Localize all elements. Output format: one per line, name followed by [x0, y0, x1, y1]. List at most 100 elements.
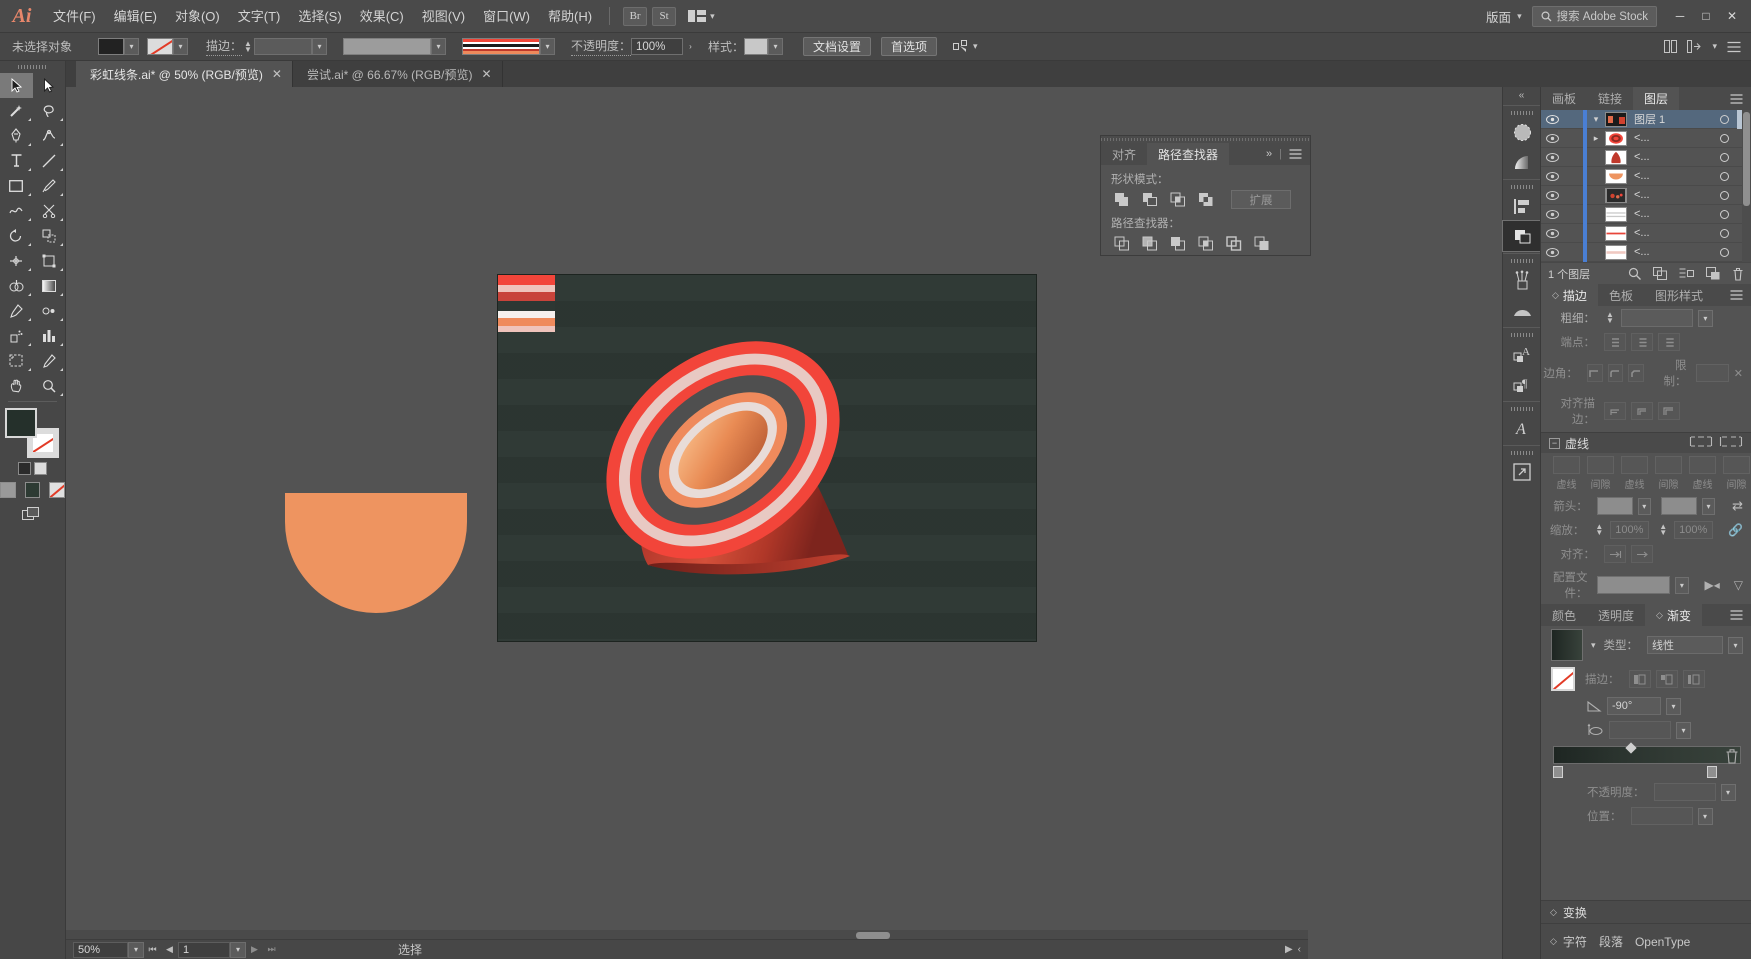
arrange-documents-icon[interactable]	[1664, 40, 1678, 53]
stroke-weight-input[interactable]	[1620, 309, 1693, 327]
arrow-scale-1[interactable]: 100%	[1610, 521, 1650, 539]
stroke-weight-input[interactable]	[253, 38, 312, 55]
collapse-panels-icon[interactable]: «	[1503, 87, 1540, 103]
pen-tool[interactable]	[0, 123, 33, 148]
gradient-stroke-swatch[interactable]	[1551, 667, 1575, 691]
artboard-number-input[interactable]: 1	[178, 941, 230, 958]
pathfinder-panel-grip[interactable]	[1101, 136, 1310, 143]
gap-input-3[interactable]	[1723, 456, 1750, 474]
menu-file[interactable]: 文件(F)	[44, 0, 105, 33]
gradient-stop-end[interactable]	[1707, 766, 1717, 778]
gradient-angle-dropdown-icon[interactable]: ▾	[1666, 697, 1681, 715]
menu-edit[interactable]: 编辑(E)	[105, 0, 166, 33]
expand-button[interactable]: 扩展	[1231, 190, 1291, 209]
dash-input-3[interactable]	[1689, 456, 1716, 474]
gradient-angle-input[interactable]: -90°	[1607, 697, 1661, 715]
visibility-toggle-icon[interactable]	[1541, 209, 1563, 219]
delete-stop-icon[interactable]	[1725, 748, 1739, 764]
arrowhead-end-select[interactable]	[1660, 497, 1697, 515]
opentype-tab[interactable]: OpenType	[1635, 935, 1696, 949]
close-tab-icon[interactable]: ✕	[482, 67, 492, 81]
workspace-chevron-icon[interactable]: ▾	[1517, 11, 1522, 22]
eyedropper-tool[interactable]	[0, 298, 33, 323]
rectangle-tool[interactable]	[0, 173, 33, 198]
paragraph-styles-icon[interactable]: ¶	[1503, 369, 1541, 399]
opacity-input[interactable]: 100%	[630, 38, 683, 55]
round-cap-button[interactable]	[1631, 333, 1653, 351]
dash-preserve-exact-icon[interactable]	[1689, 435, 1713, 451]
direct-selection-tool[interactable]	[33, 73, 66, 98]
workspace-label[interactable]: 版面	[1480, 7, 1517, 26]
artboard[interactable]	[498, 275, 1036, 641]
arrange-documents-button[interactable]: ▾	[688, 10, 715, 22]
paragraph-tab[interactable]: 段落	[1599, 933, 1629, 950]
preferences-button[interactable]: 首选项	[881, 37, 938, 56]
swap-arrowheads-icon[interactable]: ⇄	[1732, 498, 1743, 514]
minus-front-button[interactable]	[1139, 191, 1161, 209]
graphic-style-swatch[interactable]	[743, 38, 768, 55]
extend-arrow-button[interactable]	[1604, 545, 1626, 563]
transform-panel-header[interactable]: ◇ 变换	[1541, 900, 1751, 923]
opacity-expand-icon[interactable]: ›	[683, 38, 698, 55]
butt-cap-button[interactable]	[1604, 333, 1626, 351]
panel-menu-icon[interactable]	[1289, 149, 1302, 159]
unite-button[interactable]	[1111, 191, 1133, 209]
select-similar-icon[interactable]	[953, 39, 969, 54]
layer-name[interactable]: 图层 1	[1627, 111, 1711, 127]
document-tab-trial[interactable]: 尝试.ai* @ 66.67% (RGB/预览) ✕	[292, 61, 503, 87]
menu-select[interactable]: 选择(S)	[289, 0, 350, 33]
layer-name[interactable]: <...	[1627, 208, 1711, 220]
hand-tool[interactable]	[0, 373, 33, 398]
width-profile-dropdown-icon[interactable]: ▾	[430, 38, 446, 55]
align-outside-button[interactable]	[1658, 402, 1680, 420]
close-tab-icon[interactable]: ✕	[272, 67, 282, 81]
stripe-swatch-block[interactable]	[498, 275, 555, 332]
zoom-dropdown-icon[interactable]: ▾	[128, 941, 144, 958]
menu-view[interactable]: 视图(V)	[413, 0, 474, 33]
create-new-sublayer-icon[interactable]	[1679, 267, 1694, 280]
document-setup-button[interactable]: 文档设置	[802, 37, 871, 56]
brushes-panel-icon[interactable]	[1503, 265, 1541, 295]
layer-name[interactable]: <...	[1627, 189, 1711, 201]
align-panel-icon[interactable]	[1503, 191, 1541, 221]
gradient-type-dropdown-icon[interactable]: ▾	[1728, 636, 1743, 654]
rail-group-grip[interactable]	[1503, 183, 1540, 191]
arrowhead-start-dropdown-icon[interactable]: ▾	[1637, 497, 1651, 515]
scale-tool[interactable]	[33, 223, 66, 248]
gradient-opacity-dropdown-icon[interactable]: ▾	[1720, 783, 1736, 801]
layer-row-3[interactable]: <...	[1541, 166, 1751, 186]
close-button[interactable]: ✕	[1719, 0, 1745, 33]
visibility-toggle-icon[interactable]	[1541, 190, 1563, 200]
last-artboard-button[interactable]: ⏭	[263, 942, 280, 958]
menu-help[interactable]: 帮助(H)	[539, 0, 601, 33]
style-dropdown-icon[interactable]: ▾	[767, 38, 783, 55]
link-scale-icon[interactable]: 🔗	[1728, 523, 1743, 537]
layer-row-6[interactable]: <...	[1541, 223, 1751, 243]
rotate-tool[interactable]	[0, 223, 33, 248]
target-indicator[interactable]	[1711, 133, 1737, 143]
tab-links[interactable]: 链接	[1587, 87, 1633, 110]
visibility-toggle-icon[interactable]	[1541, 228, 1563, 238]
select-similar-chevron-icon[interactable]: ▾	[973, 41, 978, 52]
expand-panel-icon[interactable]: »	[1266, 148, 1272, 160]
layer-row-2[interactable]: <...	[1541, 147, 1751, 167]
previous-artboard-button[interactable]: ◀	[161, 942, 178, 958]
character-styles-icon[interactable]: A	[1503, 339, 1541, 369]
tab-color[interactable]: 颜色	[1541, 604, 1587, 626]
layer-name[interactable]: <...	[1627, 227, 1711, 239]
layer-row-1[interactable]: ▸ <...	[1541, 128, 1751, 148]
scale-stepper-1[interactable]: ▲ ▼	[1595, 523, 1603, 537]
tab-artboards[interactable]: 画板	[1541, 87, 1587, 110]
character-tab[interactable]: 字符	[1563, 933, 1593, 950]
stroke-weight-dropdown-icon[interactable]: ▾	[1697, 309, 1713, 327]
layer-row-5[interactable]: <...	[1541, 204, 1751, 224]
target-indicator[interactable]	[1711, 152, 1737, 162]
variable-width-profile[interactable]	[342, 38, 431, 55]
stroke-weight-dropdown-icon[interactable]: ▾	[311, 38, 327, 55]
half-circle-shape[interactable]	[285, 493, 467, 613]
lasso-tool[interactable]	[33, 98, 66, 123]
pathfinder-panel-icon[interactable]	[1502, 220, 1542, 252]
stock-button[interactable]: St	[652, 6, 677, 26]
align-center-button[interactable]	[1604, 402, 1626, 420]
symbol-sprayer-tool[interactable]	[0, 323, 33, 348]
